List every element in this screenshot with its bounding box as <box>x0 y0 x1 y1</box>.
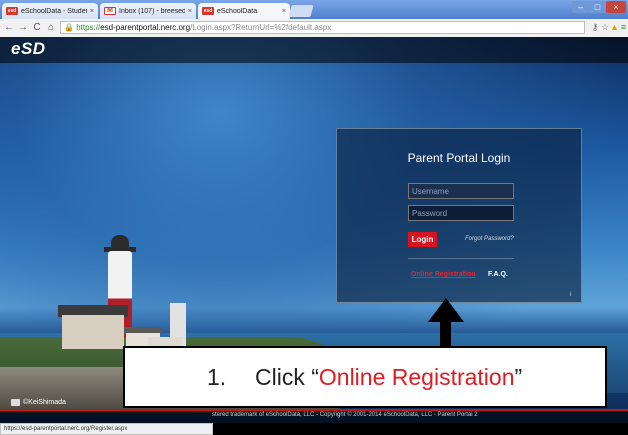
step-highlight: Online Registration <box>318 364 515 390</box>
photo-credit: ©KeiShimada <box>11 399 66 406</box>
footer-accent-line <box>0 409 628 411</box>
tab-title: eSchoolData <box>217 7 258 15</box>
forgot-password-link[interactable]: Forgot Password? <box>465 236 514 242</box>
faq-link[interactable]: F.A.Q. <box>488 271 508 278</box>
forward-arrow-icon[interactable]: → <box>17 21 29 34</box>
esd-favicon-icon: esd <box>202 7 214 15</box>
login-panel: Parent Portal Login Login Forgot Passwor… <box>336 128 582 303</box>
status-bar: https://esd-parentportal.nerc.org/Regist… <box>0 423 213 435</box>
lock-icon: 🔒 <box>64 23 74 32</box>
info-icon[interactable]: i <box>570 292 571 298</box>
annotation-arrow-head <box>428 298 464 322</box>
step-number: 1. <box>207 364 227 390</box>
minimize-icon[interactable]: – <box>572 1 589 13</box>
login-title: Parent Portal Login <box>407 151 511 165</box>
esd-favicon-icon: esd <box>6 7 18 15</box>
password-input[interactable] <box>408 205 514 221</box>
site-footer: stered trademark of eSchoolData, LLC - C… <box>0 409 628 423</box>
tab-title: eSchoolData - Student Profil <box>21 7 87 15</box>
gmail-favicon-icon: M <box>104 7 116 15</box>
browser-toolbar: ← → C ⌂ 🔒 https://esd-parentportal.nerc.… <box>0 19 628 38</box>
photo-credit-text: ©KeiShimada <box>23 399 66 406</box>
new-tab-button[interactable] <box>288 5 314 17</box>
address-bar[interactable]: 🔒 https://esd-parentportal.nerc.org/Logi… <box>60 21 585 34</box>
login-button[interactable]: Login <box>408 232 437 247</box>
step-text: Click “Online Registration” <box>255 364 523 390</box>
online-registration-link[interactable]: Online Registration <box>411 271 476 278</box>
keeper-house <box>62 315 124 349</box>
menu-icon[interactable]: ≡ <box>619 21 628 34</box>
tab-title: Inbox (107) - breesed@hoc <box>119 7 185 15</box>
tab-eschooldata[interactable]: esd eSchoolData × <box>198 3 290 19</box>
username-input[interactable] <box>408 183 514 199</box>
close-window-icon[interactable]: × <box>606 1 626 13</box>
tab-inbox[interactable]: M Inbox (107) - breesed@hoc × <box>100 3 196 19</box>
back-arrow-icon[interactable]: ← <box>3 21 15 34</box>
divider <box>408 258 514 259</box>
bookmark-star-icon[interactable]: ☆ <box>600 21 610 34</box>
reload-icon[interactable]: C <box>31 21 43 34</box>
footer-copyright: stered trademark of eSchoolData, LLC - C… <box>212 412 478 418</box>
browser-tab-bar: esd eSchoolData - Student Profil × M Inb… <box>0 0 628 19</box>
site-header: eSD <box>0 37 628 63</box>
esd-logo: eSD <box>11 39 46 58</box>
tab-close-icon[interactable]: × <box>282 8 286 15</box>
tab-student-profile[interactable]: esd eSchoolData - Student Profil × <box>2 3 98 19</box>
instruction-callout: 1. Click “Online Registration” <box>123 346 607 408</box>
maximize-icon[interactable]: □ <box>589 1 606 13</box>
tab-close-icon[interactable]: × <box>90 8 94 15</box>
tab-close-icon[interactable]: × <box>188 8 192 15</box>
extension-icon[interactable]: ▲ <box>610 21 619 34</box>
camera-icon <box>11 399 20 406</box>
home-icon[interactable]: ⌂ <box>45 21 57 34</box>
